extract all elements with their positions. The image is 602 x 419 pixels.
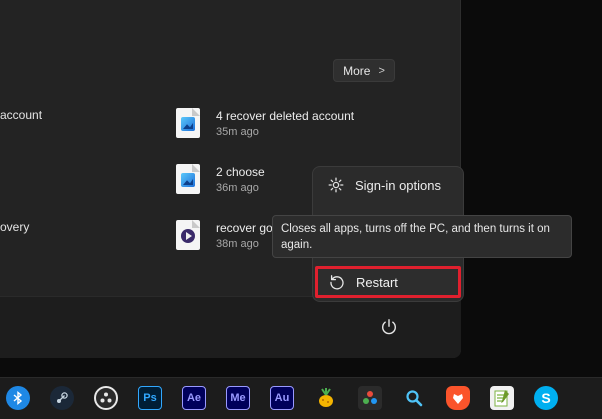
brave-icon[interactable] — [446, 386, 470, 410]
recommended-item-time: 38m ago — [216, 238, 259, 250]
power-button[interactable] — [378, 316, 400, 338]
fruit-app-icon[interactable] — [314, 386, 338, 410]
power-icon — [382, 319, 396, 335]
bluetooth-app-icon[interactable] — [6, 386, 30, 410]
recommended-item-name: recover go — [216, 221, 273, 235]
notepad-icon[interactable] — [490, 386, 514, 410]
audition-icon[interactable]: Au — [270, 386, 294, 410]
skype-icon[interactable]: S — [534, 386, 558, 410]
recommended-item-name: 4 recover deleted account — [216, 109, 355, 123]
after-effects-icon[interactable]: Ae — [182, 386, 206, 410]
recommended-item-time: 36m ago — [216, 182, 259, 194]
media-encoder-icon[interactable]: Me — [226, 386, 250, 410]
gear-icon — [327, 176, 345, 194]
chevron-right-icon: > — [378, 64, 385, 77]
more-button[interactable]: More > — [333, 59, 395, 82]
steam-icon[interactable] — [50, 386, 74, 410]
restart-icon — [328, 273, 346, 291]
search-icon[interactable] — [402, 386, 426, 410]
taskbar: Ps Ae Me Au S — [0, 377, 602, 419]
sign-in-options-label: Sign-in options — [355, 177, 441, 193]
video-file-icon — [176, 220, 200, 250]
recommended-item-name: 2 choose — [216, 165, 265, 179]
restart-menu-item[interactable]: Restart — [315, 266, 461, 298]
screen: More > account overy 4 recover deleted a… — [0, 0, 602, 419]
recommended-item-time: 35m ago — [216, 126, 259, 138]
sign-in-options-menu-item[interactable]: Sign-in options — [313, 169, 465, 201]
davinci-resolve-icon[interactable] — [358, 386, 382, 410]
recommended-item-left-partial[interactable]: account — [0, 108, 42, 122]
restart-tooltip: Closes all apps, turns off the PC, and t… — [272, 215, 572, 258]
recommended-item-left-partial[interactable]: overy — [0, 220, 29, 234]
photoshop-icon[interactable]: Ps — [138, 386, 162, 410]
image-file-icon — [176, 108, 200, 138]
restart-label: Restart — [356, 274, 398, 290]
obs-icon[interactable] — [94, 386, 118, 410]
image-file-icon — [176, 164, 200, 194]
more-button-label: More — [343, 63, 371, 78]
recommended-item[interactable]: 4 recover deleted account 35m ago — [176, 108, 376, 148]
